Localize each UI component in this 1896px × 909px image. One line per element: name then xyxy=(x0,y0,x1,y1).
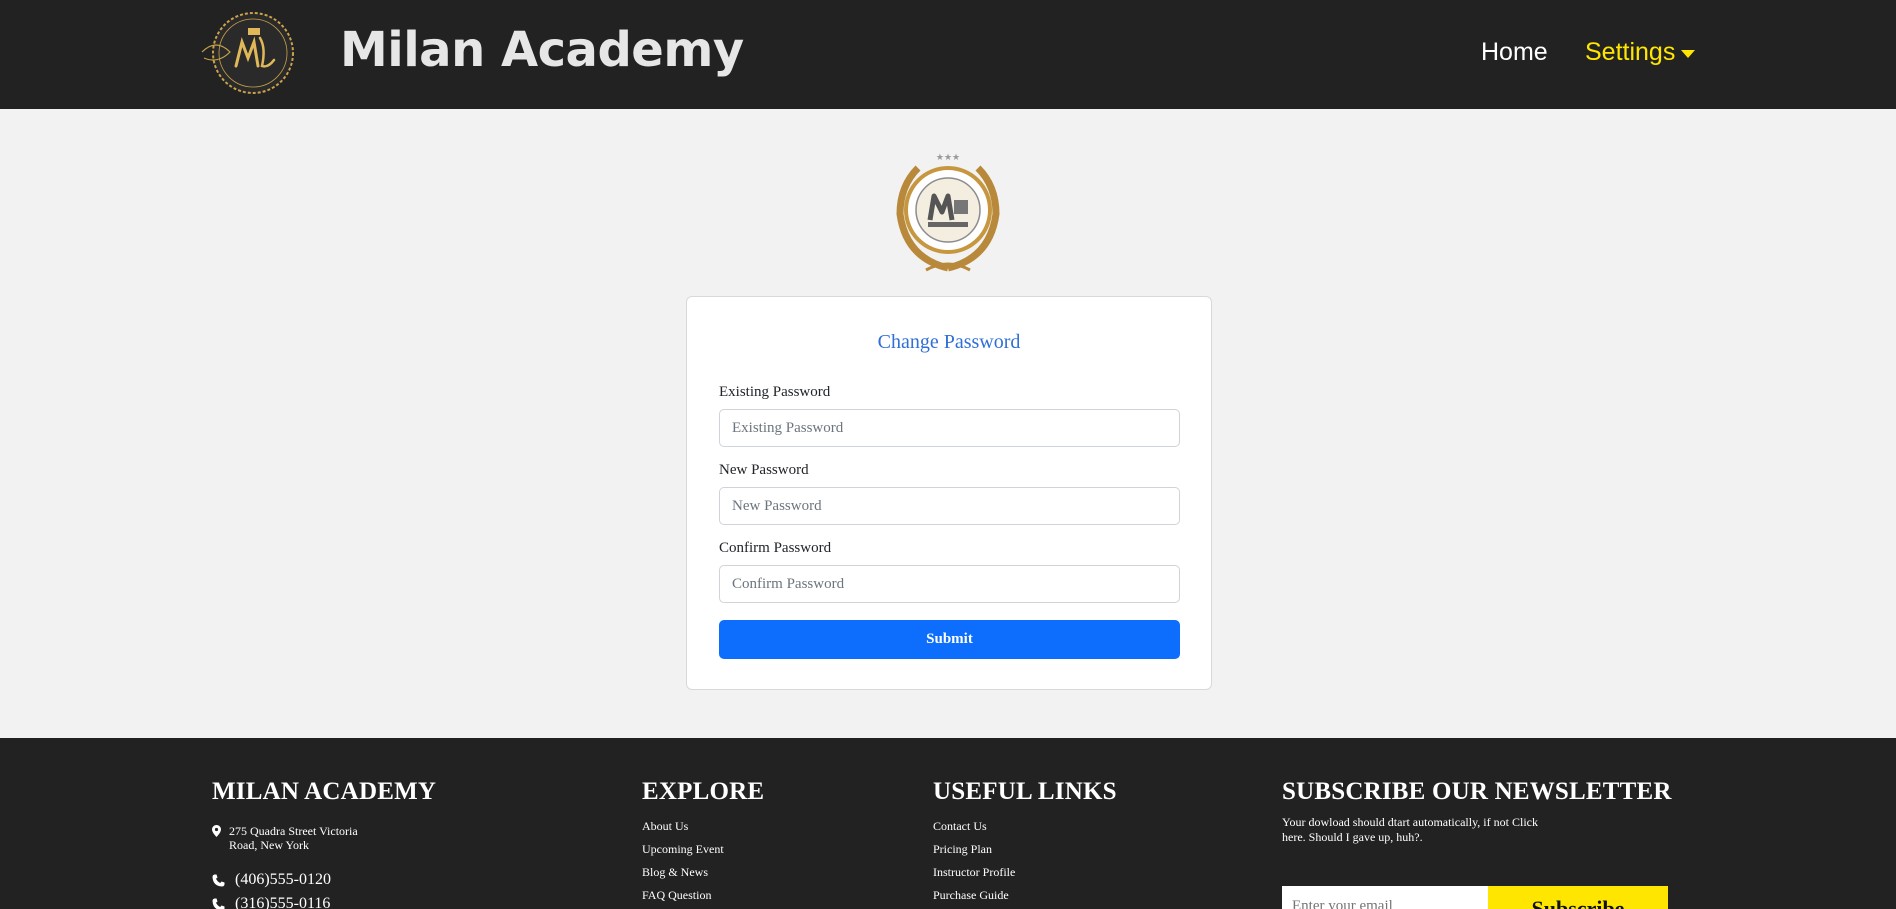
confirm-password-input[interactable] xyxy=(719,565,1180,603)
footer-useful-links-list: Contact Us Pricing Plan Instructor Profi… xyxy=(933,815,1015,907)
footer-link-about-us[interactable]: About Us xyxy=(642,815,724,838)
footer-address: 275 Quadra Street Victoria Road, New Yor… xyxy=(212,824,379,852)
footer-phone-1-text: (406)555-0120 xyxy=(235,871,331,888)
footer-link-instructor-profile[interactable]: Instructor Profile xyxy=(933,861,1015,884)
caret-down-icon xyxy=(1681,49,1696,58)
footer-link-pricing-plan[interactable]: Pricing Plan xyxy=(933,838,1015,861)
footer-link-contact-us[interactable]: Contact Us xyxy=(933,815,1015,838)
subscribe-button[interactable]: Subscribe xyxy=(1488,886,1668,909)
new-password-label: New Password xyxy=(719,462,809,478)
location-pin-icon xyxy=(212,825,221,837)
footer-address-text: 275 Quadra Street Victoria Road, New Yor… xyxy=(229,824,358,852)
footer-newsletter-description: Your dowload should dtart automatically,… xyxy=(1282,815,1538,844)
footer-link-purchase-guide[interactable]: Purchase Guide xyxy=(933,884,1015,907)
footer-link-upcoming-event[interactable]: Upcoming Event xyxy=(642,838,724,861)
footer-brand-heading: MILAN ACADEMY xyxy=(212,778,437,805)
milan-academy-seal-icon: ★★★ xyxy=(896,152,1000,272)
top-navbar: Milan Academy Home Settings xyxy=(0,0,1896,109)
existing-password-input[interactable] xyxy=(719,409,1180,447)
phone-icon xyxy=(212,898,225,909)
newsletter-email-input[interactable] xyxy=(1282,886,1488,909)
nav-settings-label: Settings xyxy=(1585,38,1676,66)
footer-phone-2-text: (316)555-0116 xyxy=(235,895,331,909)
svg-text:★★★: ★★★ xyxy=(936,152,960,162)
brand-title[interactable]: Milan Academy xyxy=(340,18,744,82)
milan-academy-logo-icon[interactable] xyxy=(196,8,310,98)
footer-explore-list: About Us Upcoming Event Blog & News FAQ … xyxy=(642,815,724,907)
nav-home-link[interactable]: Home xyxy=(1481,38,1548,67)
footer-link-blog-news[interactable]: Blog & News xyxy=(642,861,724,884)
card-title: Change Password xyxy=(877,331,1021,353)
change-password-card: Change Password Existing Password New Pa… xyxy=(686,296,1212,690)
submit-button[interactable]: Submit xyxy=(719,620,1180,659)
footer-explore-heading: EXPLORE xyxy=(642,778,765,805)
footer-link-faq-question[interactable]: FAQ Question xyxy=(642,884,724,907)
footer: MILAN ACADEMY 275 Quadra Street Victoria… xyxy=(0,738,1896,909)
footer-phone-2[interactable]: (316)555-0116 xyxy=(212,895,330,909)
footer-phone-1[interactable]: (406)555-0120 xyxy=(212,871,331,889)
confirm-password-label: Confirm Password xyxy=(719,540,832,556)
footer-newsletter-heading: SUBSCRIBE OUR NEWSLETTER xyxy=(1282,778,1672,805)
footer-useful-links-heading: USEFUL LINKS xyxy=(933,778,1117,805)
nav-settings-dropdown[interactable]: Settings xyxy=(1585,38,1696,67)
new-password-input[interactable] xyxy=(719,487,1180,525)
existing-password-label: Existing Password xyxy=(719,384,831,400)
phone-icon xyxy=(212,874,225,886)
